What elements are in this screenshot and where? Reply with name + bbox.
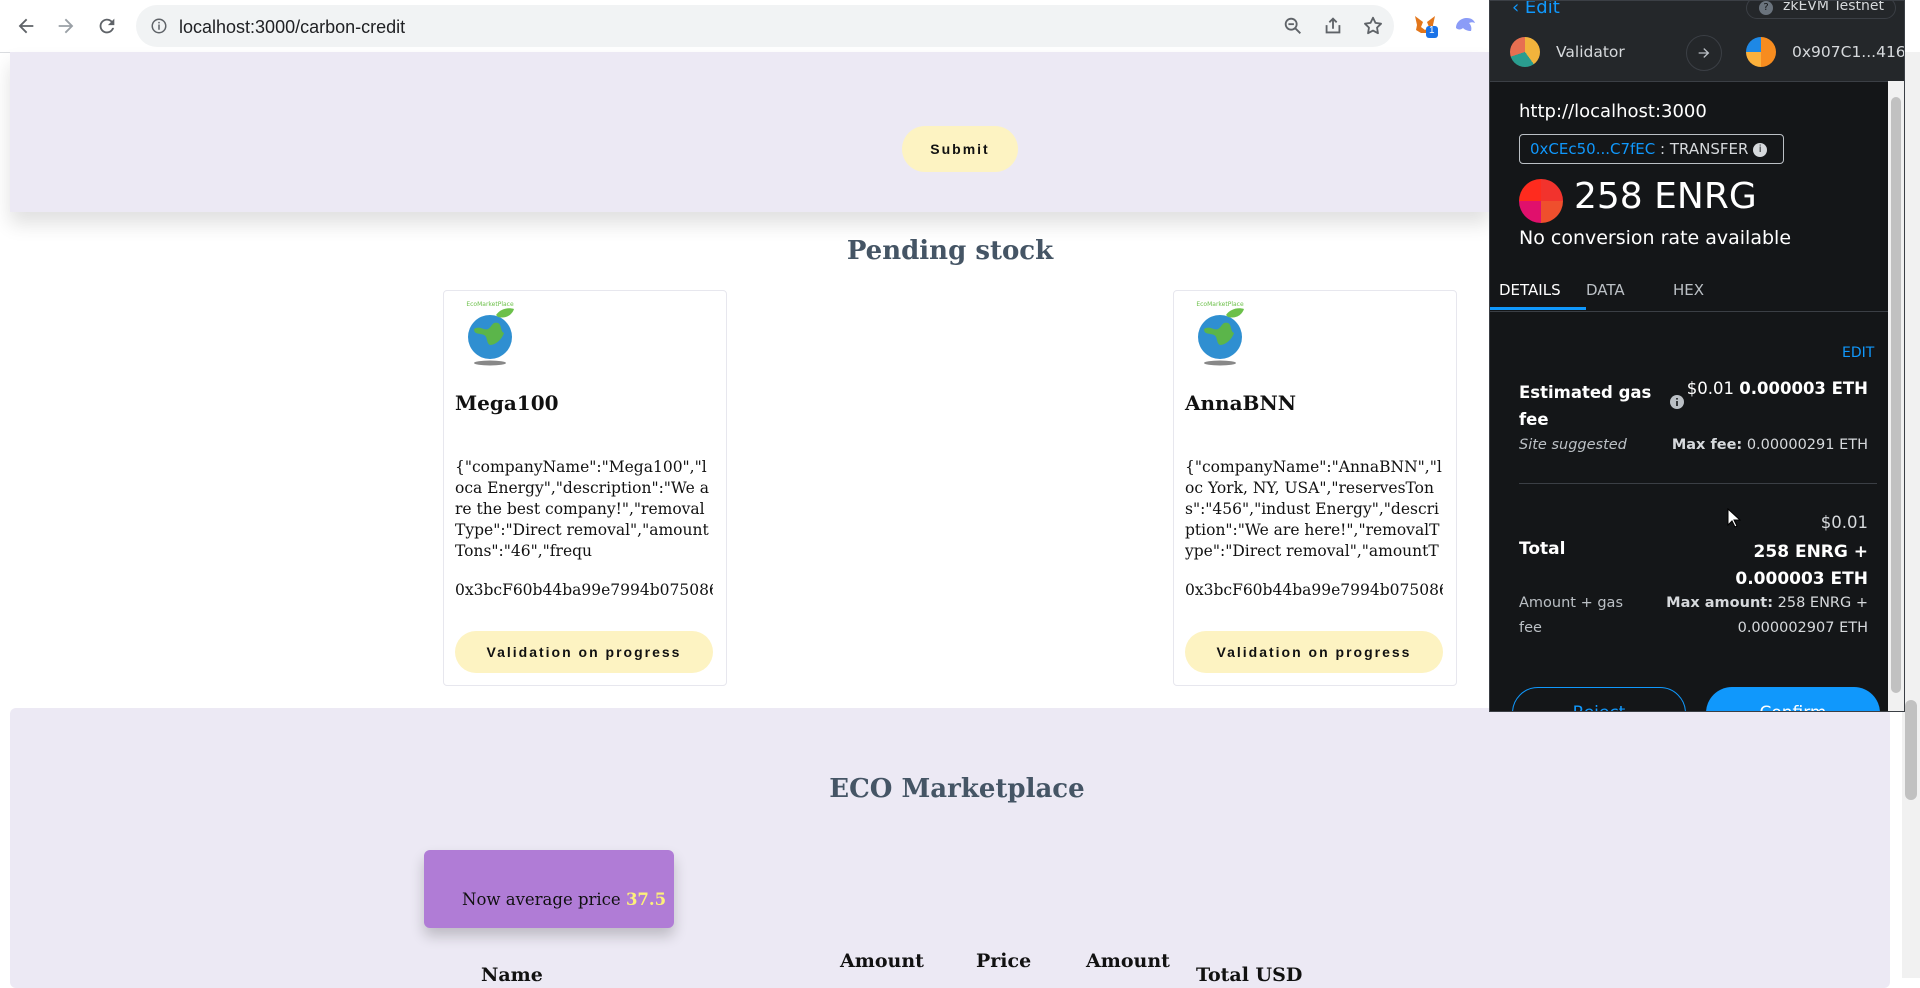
conversion-rate-text: No conversion rate available	[1519, 227, 1792, 249]
company-json: {"companyName":"Mega100","loca Energy","…	[455, 458, 709, 560]
eco-marketplace-logo: EcoMarketPlace	[1196, 301, 1244, 366]
marketplace-section	[10, 708, 1890, 988]
back-icon[interactable]	[12, 12, 40, 40]
arrow-right-icon	[1686, 35, 1722, 71]
gas-info-icon[interactable]	[1670, 395, 1684, 409]
site-origin: http://localhost:3000	[1519, 101, 1707, 122]
forward-icon[interactable]	[52, 12, 80, 40]
metamask-popup: ‹ Edit ? zkEVM Testnet Validator 0x907C1…	[1489, 0, 1905, 712]
average-price-value: 37.5	[625, 890, 667, 909]
share-icon[interactable]	[1322, 15, 1344, 37]
column-header-amount: Amount	[840, 950, 924, 972]
contract-method-box[interactable]: 0xCEc50...C7fEC : TRANSFER i	[1519, 134, 1784, 164]
validation-button[interactable]: Validation on progress	[1185, 631, 1443, 673]
stock-card-mega100: EcoMarketPlace Mega100 {"companyName":"M…	[443, 290, 727, 686]
site-info-icon[interactable]	[150, 17, 168, 35]
network-badge[interactable]: ? zkEVM Testnet	[1746, 0, 1896, 19]
tab-details[interactable]: DETAILS	[1499, 281, 1561, 299]
total-usd: $0.01	[1820, 513, 1868, 532]
confirm-button[interactable]: Confirm	[1706, 687, 1880, 711]
transfer-amount: 258 ENRG	[1574, 176, 1757, 217]
company-name: AnnaBNN	[1185, 391, 1297, 415]
tab-data[interactable]: DATA	[1586, 281, 1625, 299]
bookmark-star-icon[interactable]	[1362, 15, 1384, 37]
contract-address-link[interactable]: 0xCEc50...C7fEC	[1530, 140, 1655, 158]
form-section: Submit	[10, 52, 1490, 212]
page-scrollbar-thumb[interactable]	[1905, 700, 1917, 800]
edit-gas-link[interactable]: EDIT	[1842, 345, 1874, 361]
info-icon[interactable]: i	[1753, 142, 1768, 157]
total-value: 258 ENRG +0.000003 ETH	[1735, 542, 1868, 589]
edit-back-button[interactable]: ‹ Edit	[1512, 0, 1560, 18]
reject-button[interactable]: Reject	[1512, 687, 1686, 711]
metamask-header: ‹ Edit ? zkEVM Testnet Validator 0x907C1…	[1490, 0, 1904, 82]
address-bar[interactable]: localhost:3000/carbon-credit	[136, 5, 1394, 47]
average-price-box: Now average price 37.5	[424, 850, 674, 928]
max-amount: Max amount: 258 ENRG +0.000002907 ETH	[1666, 595, 1868, 636]
popup-scrollbar-thumb[interactable]	[1891, 97, 1901, 693]
total-label: Total	[1519, 539, 1566, 559]
divider	[1519, 483, 1877, 484]
method-name: : TRANSFER	[1660, 140, 1749, 158]
max-fee: Max fee: 0.00000291 ETH	[1671, 437, 1868, 453]
company-json: {"companyName":"AnnaBNN","loc York, NY, …	[1185, 458, 1442, 560]
active-tab-indicator	[1490, 307, 1586, 310]
amount-gas-label: Amount + gas fee	[1519, 595, 1623, 636]
chevron-left-icon: ‹	[1512, 0, 1525, 18]
validation-button[interactable]: Validation on progress	[455, 631, 713, 673]
logo-text: EcoMarketPlace	[1196, 301, 1244, 308]
from-account-name[interactable]: Validator	[1556, 43, 1625, 61]
url-text[interactable]: localhost:3000/carbon-credit	[179, 17, 405, 38]
gas-fee-label: Estimated gas fee	[1519, 383, 1652, 429]
logo-text: EcoMarketPlace	[466, 301, 514, 308]
gas-fee-value: $0.01 0.000003 ETH	[1686, 379, 1868, 398]
column-header-amount-2: Amount	[1086, 950, 1170, 972]
company-name: Mega100	[455, 391, 559, 415]
column-header-total-usd: Total USD	[1196, 964, 1303, 986]
tab-hex[interactable]: HEX	[1673, 281, 1704, 299]
stock-card-annabnn: EcoMarketPlace AnnaBNN {"companyName":"A…	[1173, 290, 1457, 686]
site-suggested-label: Site suggested	[1519, 437, 1627, 453]
eco-marketplace-logo: EcoMarketPlace	[466, 301, 514, 366]
extension-badge: 1	[1429, 25, 1435, 36]
to-account-address[interactable]: 0x907C1...41689	[1792, 43, 1904, 61]
token-icon	[1519, 179, 1563, 223]
wallet-address: 0x3bcF60b44ba99e7994b075086c3	[455, 581, 713, 599]
network-help-icon: ?	[1759, 1, 1773, 15]
reload-icon[interactable]	[93, 12, 121, 40]
wallet-address: 0x3bcF60b44ba99e7994b075086c3	[1185, 581, 1443, 599]
zoom-icon[interactable]	[1282, 15, 1304, 37]
gas-fee-eth: 0.000003 ETH	[1739, 379, 1868, 398]
column-header-price: Price	[976, 950, 1032, 972]
extension-icon[interactable]	[1452, 12, 1478, 38]
to-account-avatar	[1746, 37, 1776, 67]
column-header-name: Name	[481, 964, 543, 986]
from-account-avatar	[1510, 37, 1540, 67]
average-price-label: Now average price	[462, 890, 621, 909]
submit-button[interactable]: Submit	[902, 126, 1018, 172]
metamask-extension-icon[interactable]: 1	[1412, 12, 1438, 38]
pending-stock-title: Pending stock	[846, 236, 1054, 266]
mouse-cursor-icon	[1727, 508, 1741, 528]
details-tabs: DETAILS DATA HEX	[1490, 267, 1904, 312]
network-name: zkEVM Testnet	[1783, 0, 1884, 14]
marketplace-title: ECO Marketplace	[829, 774, 1085, 804]
